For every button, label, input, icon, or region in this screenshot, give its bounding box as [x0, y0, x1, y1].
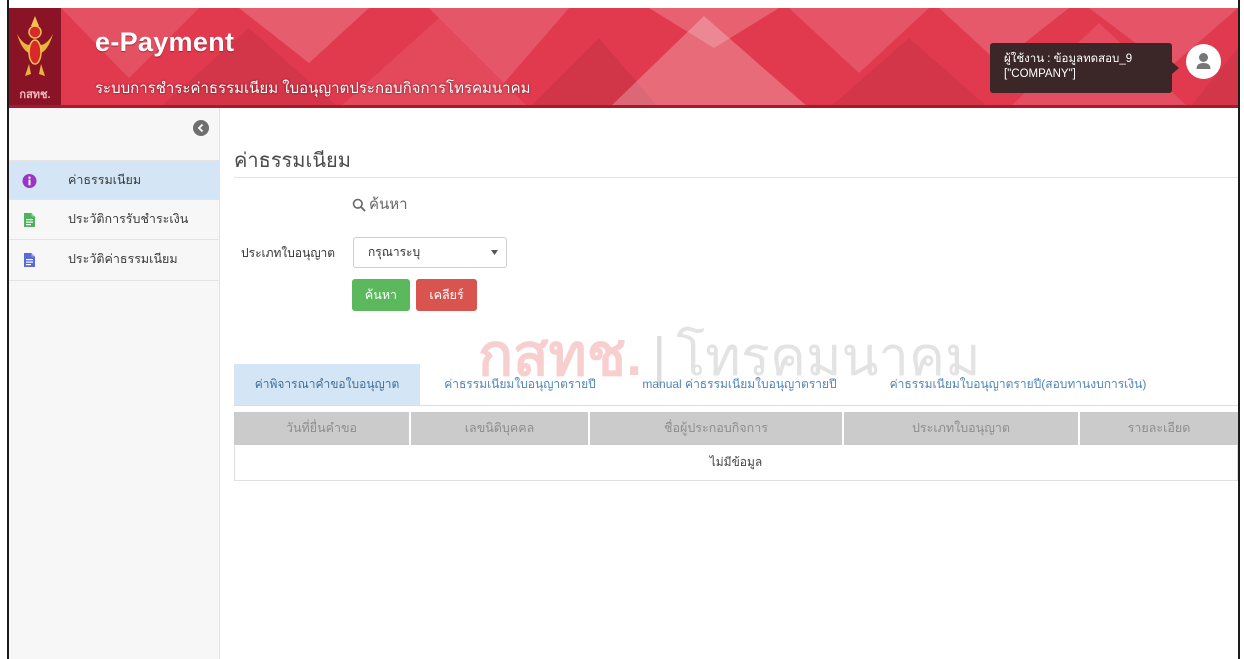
document-icon [22, 252, 37, 268]
sidebar-item-payment-history[interactable]: ประวัติการรับชำระเงิน [9, 200, 219, 240]
logo-text: กสทช. [19, 89, 51, 101]
license-type-select-value: กรุณาระบุ [368, 245, 421, 259]
document-icon [22, 212, 37, 228]
tab-manual-annual-license-fee[interactable]: manual ค่าธรรมเนียมใบอนุญาตรายปี [622, 364, 857, 405]
main-content: ค่าธรรมเนียม ค้นหา ประเภทใบอนุญาต กรุณาร… [220, 108, 1238, 659]
avatar[interactable] [1186, 44, 1221, 79]
tab-application-review-fee[interactable]: ค่าพิจารณาคำขอใบอนุญาต [234, 364, 420, 405]
app-header: กสทช. e-Payment ระบบการชำระค่าธรรมเนียม … [9, 8, 1238, 108]
fee-tabs: ค่าพิจารณาคำขอใบอนุญาต ค่าธรรมเนียมใบอนุ… [234, 364, 1238, 406]
table-empty-row: ไม่มีข้อมูล [234, 445, 1238, 481]
user-info-box: ผู้ใช้งาน : ข้อมูลทดสอบ_9 ["COMPANY"] [990, 43, 1179, 93]
sidebar-item-label: ประวัติการรับชำระเงิน [68, 212, 189, 226]
column-header-operator-name: ชื่อผู้ประกอบกิจการ [590, 412, 844, 445]
window-frame-right [1238, 0, 1240, 659]
info-icon [22, 173, 37, 189]
user-name: ผู้ใช้งาน : ข้อมูลทดสอบ_9 [1004, 53, 1133, 65]
tab-annual-license-fee-audit[interactable]: ค่าธรรมเนียมใบอนุญาตรายปี(สอบทานงบการเงิ… [865, 364, 1171, 405]
fees-table: วันที่ยื่นคำขอ เลขนิติบุคคล ชื่อผู้ประกอ… [234, 412, 1238, 481]
column-header-juristic-id: เลขนิติบุคคล [411, 412, 590, 445]
sidebar-collapse-button[interactable] [193, 120, 209, 136]
tab-annual-license-fee[interactable]: ค่าธรรมเนียมใบอนุญาตรายปี [428, 364, 612, 405]
search-icon [352, 198, 366, 212]
license-type-label: ประเภทใบอนุญาต [241, 246, 336, 260]
page-title: ค่าธรรมเนียม [234, 150, 351, 172]
column-header-license-type: ประเภทใบอนุญาต [844, 412, 1080, 445]
chevron-down-icon [491, 250, 498, 255]
title-divider [234, 177, 1238, 178]
user-icon [1196, 53, 1211, 69]
window-frame-left [7, 0, 9, 659]
chevron-left-icon [193, 120, 209, 136]
user-role: ["COMPANY"] [1004, 68, 1076, 80]
column-header-submit-date: วันที่ยื่นคำขอ [234, 412, 411, 445]
app-subtitle: ระบบการชำระค่าธรรมเนียม ใบอนุญาตประกอบกิ… [95, 80, 531, 97]
table-header: วันที่ยื่นคำขอ เลขนิติบุคคล ชื่อผู้ประกอ… [234, 412, 1238, 445]
clear-button[interactable]: เคลียร์ [416, 279, 477, 311]
search-heading: ค้นหา [352, 195, 472, 215]
nbtc-logo[interactable]: กสทช. [9, 8, 61, 105]
garuda-emblem-icon [17, 16, 53, 76]
app-title: e-Payment [95, 27, 235, 57]
sidebar: ค่าธรรมเนียม ประวัติการรับชำระเงิน ประวั [9, 108, 220, 659]
sidebar-item-fees[interactable]: ค่าธรรมเนียม [9, 160, 219, 200]
sidebar-item-label: ประวัติค่าธรรมเนียม [68, 252, 178, 266]
sidebar-item-fee-history[interactable]: ประวัติค่าธรรมเนียม [9, 240, 219, 281]
license-type-select[interactable]: กรุณาระบุ [353, 237, 507, 268]
sidebar-item-label: ค่าธรรมเนียม [68, 173, 142, 187]
search-button[interactable]: ค้นหา [352, 279, 410, 311]
column-header-details: รายละเอียด [1127, 421, 1191, 435]
search-heading-label: ค้นหา [369, 196, 408, 213]
